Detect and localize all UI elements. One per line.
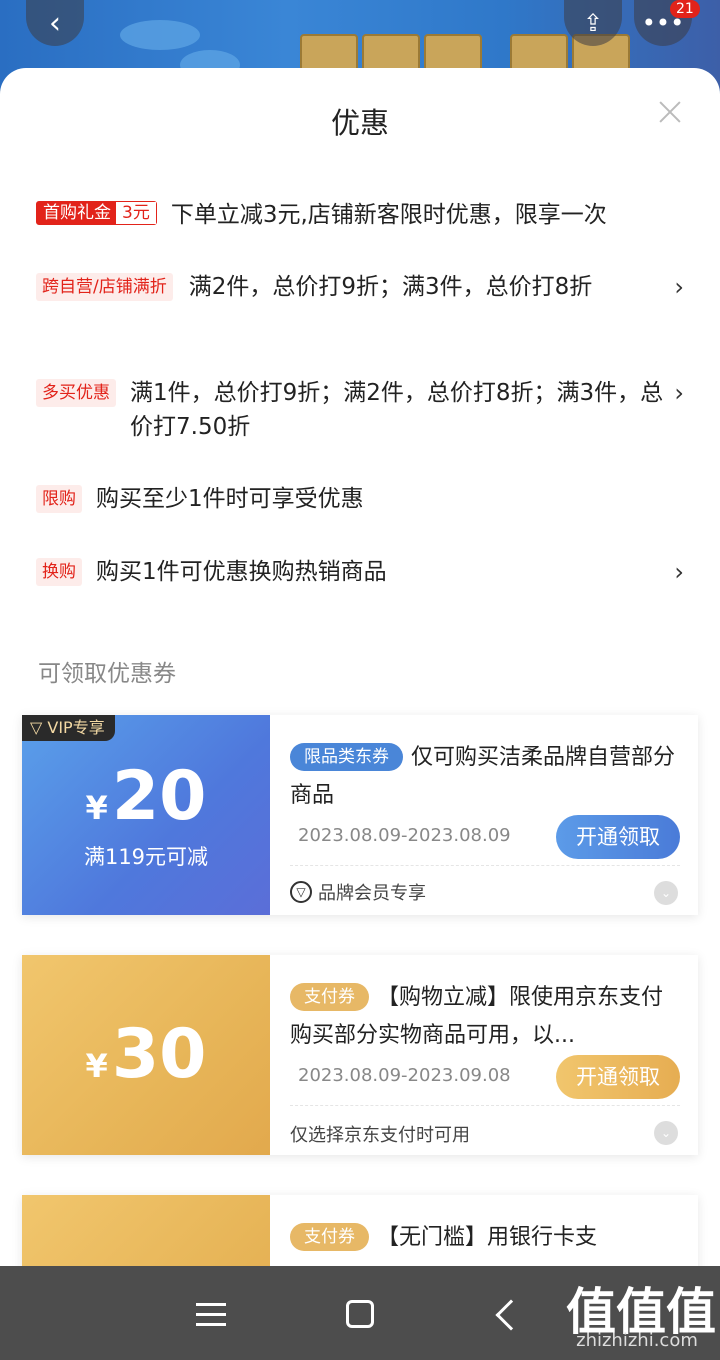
chevron-left-icon: ‹ xyxy=(49,5,61,41)
coupon-detail: 支付券 【购物立减】限使用京东支付购买部分实物商品可用，以... 2023.08.… xyxy=(270,955,698,1155)
claim-button[interactable]: 开通领取 xyxy=(556,1055,680,1099)
coupon-footer: ▽ 品牌会员专享 xyxy=(290,879,426,905)
notification-badge: 21 xyxy=(670,0,700,18)
coupon-title: 限品类东券 仅可购买洁柔品牌自营部分商品 xyxy=(290,739,680,815)
coupons-section-label: 可领取优惠券 xyxy=(38,661,176,687)
coupon-amount: ¥ 30 xyxy=(85,1015,207,1094)
coupon-amount-panel: ▽ VIP专享 ¥ 20 满119元可减 xyxy=(22,715,270,915)
coupon-date: 2023.08.09-2023.09.08 xyxy=(298,1065,511,1086)
coupon-date: 2023.08.09-2023.08.09 xyxy=(298,825,511,846)
promo-tag: 多买优惠 xyxy=(36,379,116,407)
chevron-right-icon[interactable]: › xyxy=(664,270,684,304)
promo-text: 满1件，总价打9折；满2件，总价打8折；满3件，总价打7.50折 xyxy=(130,380,664,440)
vip-v-icon: ▽ xyxy=(30,718,48,737)
brand-member-icon: ▽ xyxy=(290,881,312,903)
coupon-footer: 仅选择京东支付时可用 xyxy=(290,1125,470,1146)
promo-row: 首购礼金 3元 下单立减3元,店铺新客限时优惠，限享一次 xyxy=(36,198,684,232)
coupon-detail: 限品类东券 仅可购买洁柔品牌自营部分商品 2023.08.09-2023.08.0… xyxy=(270,715,698,915)
coupon-amount-panel xyxy=(22,1195,270,1266)
coupon-amount-panel: ¥ 30 xyxy=(22,955,270,1155)
promo-tag: 首购礼金 3元 xyxy=(36,201,157,225)
coupon-card: ¥ 30 支付券 【购物立减】限使用京东支付购买部分实物商品可用，以... 202… xyxy=(22,955,698,1155)
close-icon[interactable] xyxy=(656,98,684,126)
promo-text: 购买1件可优惠换购热销商品 xyxy=(96,559,387,585)
promo-row[interactable]: 多买优惠 满1件，总价打9折；满2件，总价打8折；满3件，总价打7.50折 › xyxy=(36,376,684,444)
chevron-right-icon[interactable]: › xyxy=(664,555,684,589)
coupon-amount: ¥ 20 xyxy=(85,757,207,836)
expand-icon[interactable]: ⌄ xyxy=(654,881,678,905)
coupon-description: 【无门槛】用银行卡支 xyxy=(377,1225,598,1250)
promo-row[interactable]: 换购 购买1件可优惠换购热销商品 › xyxy=(36,555,684,589)
promo-row[interactable]: 跨自营/店铺满折 满2件，总价打9折；满3件，总价打8折 › xyxy=(36,270,684,304)
divider xyxy=(290,865,680,866)
coupon-condition: 满119元可减 xyxy=(83,845,209,869)
coupon-card: 支付券 【无门槛】用银行卡支 xyxy=(22,1195,698,1266)
share-icon: ⇪ xyxy=(582,9,604,37)
chevron-right-icon[interactable]: › xyxy=(664,376,684,410)
promo-tag-amount: 3元 xyxy=(116,202,156,224)
claim-button[interactable]: 开通领取 xyxy=(556,815,680,859)
watermark-url: zhizhizhi.com xyxy=(576,1330,698,1351)
promo-text: 购买至少1件时可享受优惠 xyxy=(96,486,364,512)
promo-tag: 限购 xyxy=(36,485,82,513)
coupon-detail: 支付券 【无门槛】用银行卡支 xyxy=(270,1195,698,1266)
discount-sheet: 优惠 首购礼金 3元 下单立减3元,店铺新客限时优惠，限享一次 跨自营/店铺满折 … xyxy=(0,68,720,1266)
coupon-title: 支付券 【无门槛】用银行卡支 xyxy=(290,1219,680,1257)
coupon-card: ▽ VIP专享 ¥ 20 满119元可减 限品类东券 仅可购买洁柔品牌自营部分商品… xyxy=(22,715,698,915)
promo-tag: 跨自营/店铺满折 xyxy=(36,273,173,301)
promo-tag: 换购 xyxy=(36,558,82,586)
coupon-type-tag: 支付券 xyxy=(290,983,369,1011)
vip-badge: ▽ VIP专享 xyxy=(22,715,115,741)
coupon-title: 支付券 【购物立减】限使用京东支付购买部分实物商品可用，以... xyxy=(290,979,680,1055)
home-square-icon[interactable] xyxy=(346,1300,374,1328)
system-navbar: 值值值 zhizhizhi.com xyxy=(0,1266,720,1360)
sheet-title: 优惠 xyxy=(330,106,389,140)
divider xyxy=(290,1105,680,1106)
expand-icon[interactable]: ⌄ xyxy=(654,1121,678,1145)
back-triangle-icon[interactable] xyxy=(495,1299,527,1331)
coupon-type-tag: 支付券 xyxy=(290,1223,369,1251)
promo-row: 限购 购买至少1件时可享受优惠 xyxy=(36,482,684,516)
promo-text: 下单立减3元,店铺新客限时优惠，限享一次 xyxy=(170,202,607,228)
menu-icon[interactable] xyxy=(196,1303,226,1327)
coupon-type-tag: 限品类东券 xyxy=(290,743,403,771)
promo-text: 满2件，总价打9折；满3件，总价打8折 xyxy=(188,274,593,300)
